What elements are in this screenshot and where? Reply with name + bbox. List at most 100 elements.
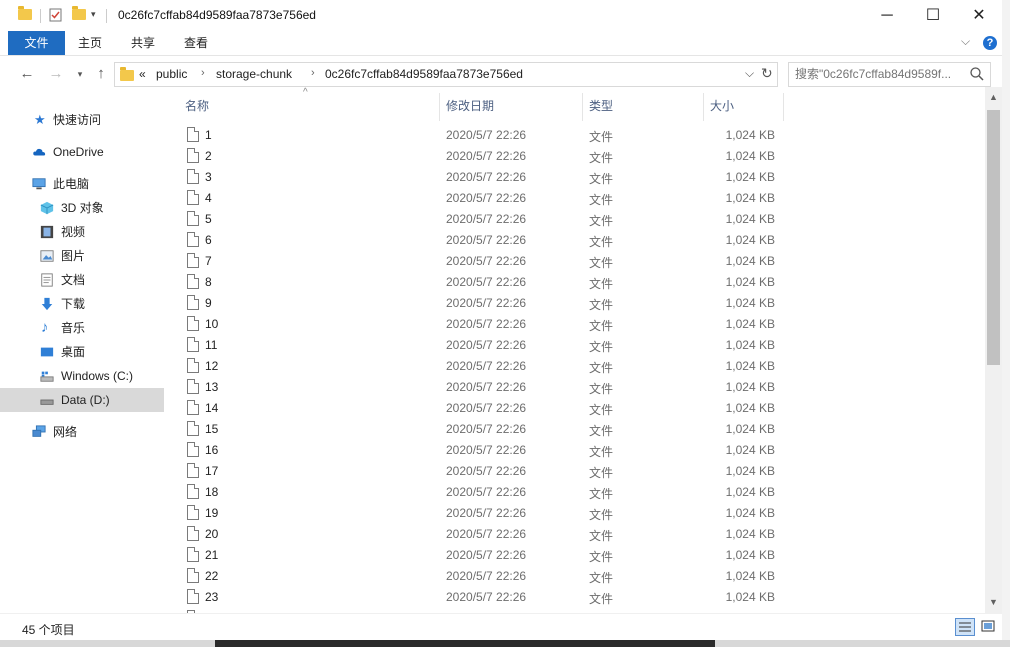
back-arrow-icon[interactable]: ← — [17, 64, 37, 84]
vertical-scrollbar[interactable]: ▲ ▼ — [985, 87, 1002, 613]
nav-item-videos[interactable]: 视频 — [0, 220, 164, 244]
title-bar: ▾ 0c26fc7cffab84d9589faa7873e756ed ─ ☐ ✕ — [0, 0, 1002, 31]
details-view-button[interactable] — [955, 618, 975, 636]
file-icon — [187, 379, 199, 394]
refresh-icon[interactable]: ↻ — [761, 65, 773, 82]
customize-toolbar-chevron-icon[interactable]: ▾ — [91, 9, 107, 25]
breadcrumb-separator-icon[interactable]: › — [311, 67, 315, 79]
file-row[interactable]: 7 2020/5/7 22:26 文件 1,024 KB — [165, 251, 985, 272]
help-button[interactable]: ? — [983, 36, 997, 50]
divider — [40, 9, 41, 23]
file-row[interactable]: 16 2020/5/7 22:26 文件 1,024 KB — [165, 440, 985, 461]
nav-item-label: 快速访问 — [53, 113, 102, 127]
tab-file[interactable]: 文件 — [8, 31, 65, 55]
nav-item-label: OneDrive — [53, 145, 104, 159]
column-header-date[interactable]: 修改日期 — [446, 87, 494, 123]
file-name: 5 — [205, 212, 212, 226]
nav-item-onedrive[interactable]: OneDrive — [0, 140, 164, 164]
recent-locations-chevron-icon[interactable]: ▾ — [70, 64, 90, 84]
breadcrumb-public[interactable]: public — [156, 67, 187, 81]
nav-item-this-pc[interactable]: 此电脑 — [0, 172, 164, 196]
file-row[interactable]: 3 2020/5/7 22:26 文件 1,024 KB — [165, 167, 985, 188]
file-row[interactable]: 10 2020/5/7 22:26 文件 1,024 KB — [165, 314, 985, 335]
address-dropdown-chevron-icon[interactable]: ⌵ — [745, 66, 754, 81]
file-date: 2020/5/7 22:26 — [446, 380, 527, 394]
large-icons-view-button[interactable] — [979, 618, 999, 636]
tab-view[interactable]: 查看 — [176, 31, 216, 55]
file-name: 16 — [205, 443, 219, 457]
breadcrumb-storage-chunk[interactable]: storage-chunk — [216, 67, 292, 81]
breadcrumb-current-folder[interactable]: 0c26fc7cffab84d9589faa7873e756ed — [325, 67, 523, 81]
nav-item-windows-c[interactable]: Windows (C:) — [0, 364, 164, 388]
file-row[interactable]: 19 2020/5/7 22:26 文件 1,024 KB — [165, 503, 985, 524]
address-bar[interactable]: « public › storage-chunk › 0c26fc7cffab8… — [114, 62, 778, 87]
column-divider[interactable] — [703, 93, 704, 121]
scroll-down-arrow-icon[interactable]: ▼ — [985, 594, 1002, 611]
tab-share[interactable]: 共享 — [123, 31, 163, 55]
file-row[interactable]: 5 2020/5/7 22:26 文件 1,024 KB — [165, 209, 985, 230]
column-divider[interactable] — [582, 93, 583, 121]
scroll-up-arrow-icon[interactable]: ▲ — [985, 89, 1002, 106]
nav-item-network[interactable]: 网络 — [0, 420, 164, 444]
file-row[interactable]: 13 2020/5/7 22:26 文件 1,024 KB — [165, 377, 985, 398]
column-header-name[interactable]: 名称 — [185, 87, 209, 123]
nav-item-pictures[interactable]: 图片 — [0, 244, 164, 268]
new-folder-icon[interactable] — [72, 6, 88, 23]
nav-item-documents[interactable]: 文档 — [0, 268, 164, 292]
file-row[interactable]: 17 2020/5/7 22:26 文件 1,024 KB — [165, 461, 985, 482]
file-row[interactable]: 6 2020/5/7 22:26 文件 1,024 KB — [165, 230, 985, 251]
column-divider[interactable] — [783, 93, 784, 121]
breadcrumb-separator-icon[interactable]: › — [201, 67, 205, 79]
column-divider[interactable] — [439, 93, 440, 121]
nav-item-data-d[interactable]: Data (D:) — [0, 388, 164, 412]
file-row[interactable]: 14 2020/5/7 22:26 文件 1,024 KB — [165, 398, 985, 419]
column-header-type[interactable]: 类型 — [589, 87, 613, 123]
nav-item-desktop[interactable]: 桌面 — [0, 340, 164, 364]
file-row[interactable]: 4 2020/5/7 22:26 文件 1,024 KB — [165, 188, 985, 209]
up-arrow-icon[interactable]: ↑ — [91, 64, 111, 84]
file-row[interactable]: 1 2020/5/7 22:26 文件 1,024 KB — [165, 125, 985, 146]
search-input[interactable] — [795, 66, 965, 82]
maximize-button[interactable]: ☐ — [910, 0, 956, 31]
search-box[interactable] — [788, 62, 991, 87]
file-row[interactable]: 18 2020/5/7 22:26 文件 1,024 KB — [165, 482, 985, 503]
file-row[interactable]: 15 2020/5/7 22:26 文件 1,024 KB — [165, 419, 985, 440]
nav-item-downloads[interactable]: 下载 — [0, 292, 164, 316]
file-type: 文件 — [589, 277, 614, 291]
file-row[interactable]: 8 2020/5/7 22:26 文件 1,024 KB — [165, 272, 985, 293]
nav-item-3d-objects[interactable]: 3D 对象 — [0, 196, 164, 220]
forward-arrow-icon[interactable]: → — [46, 64, 66, 84]
scrollbar-thumb[interactable] — [987, 110, 1000, 365]
file-row[interactable]: 2 2020/5/7 22:26 文件 1,024 KB — [165, 146, 985, 167]
file-row[interactable]: 21 2020/5/7 22:26 文件 1,024 KB — [165, 545, 985, 566]
column-header-size[interactable]: 大小 — [710, 87, 734, 123]
tab-home[interactable]: 主页 — [70, 31, 110, 55]
file-row[interactable]: 22 2020/5/7 22:26 文件 1,024 KB — [165, 566, 985, 587]
expand-ribbon-chevron-icon[interactable]: ⌵ — [961, 34, 970, 49]
file-row[interactable]: 20 2020/5/7 22:26 文件 1,024 KB — [165, 524, 985, 545]
file-date: 2020/5/7 22:26 — [446, 401, 527, 415]
file-row[interactable]: 9 2020/5/7 22:26 文件 1,024 KB — [165, 293, 985, 314]
properties-icon[interactable] — [48, 7, 64, 23]
minimize-button[interactable]: ─ — [864, 0, 910, 31]
file-explorer-window: ▾ 0c26fc7cffab84d9589faa7873e756ed ─ ☐ ✕… — [0, 0, 1002, 640]
file-size: 1,024 KB — [725, 170, 775, 184]
close-button[interactable]: ✕ — [956, 0, 1002, 31]
large-icons-view-icon — [981, 620, 995, 632]
search-icon[interactable] — [969, 66, 985, 82]
file-name: 17 — [205, 464, 219, 478]
file-row[interactable]: 12 2020/5/7 22:26 文件 1,024 KB — [165, 356, 985, 377]
file-icon — [187, 400, 199, 415]
background-window-edge — [1002, 0, 1010, 647]
file-row[interactable]: 23 2020/5/7 22:26 文件 1,024 KB — [165, 587, 985, 608]
file-name: 15 — [205, 422, 219, 436]
nav-item-music[interactable]: ♪ 音乐 — [0, 316, 164, 340]
nav-item-quick-access[interactable]: ★ 快速访问 — [0, 108, 164, 132]
nav-item-label: 网络 — [53, 425, 78, 439]
file-row[interactable]: 11 2020/5/7 22:26 文件 1,024 KB — [165, 335, 985, 356]
nav-item-label: 视频 — [61, 225, 86, 239]
breadcrumb-overflow[interactable]: « — [139, 67, 146, 81]
file-size: 1,024 KB — [725, 128, 775, 142]
window-title: 0c26fc7cffab84d9589faa7873e756ed — [118, 8, 316, 22]
file-type: 文件 — [589, 340, 614, 354]
